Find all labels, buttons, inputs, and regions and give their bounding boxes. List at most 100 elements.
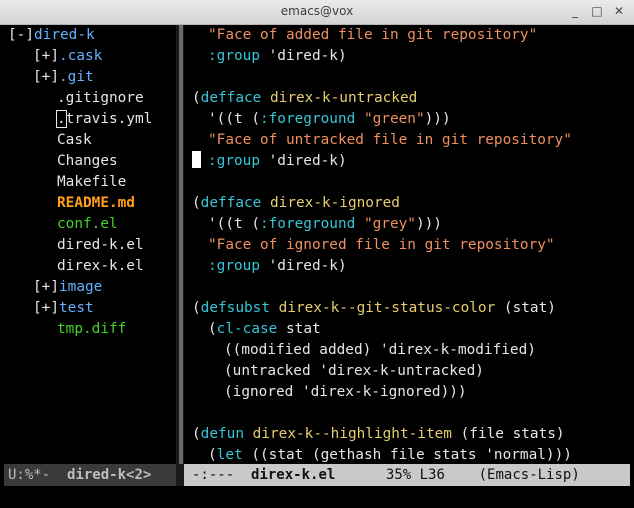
code-text: '((t (	[208, 216, 260, 232]
window-divider[interactable]	[176, 25, 184, 464]
tree-dir-name[interactable]: .git	[59, 69, 94, 85]
code-keyword: cl-case	[216, 321, 278, 337]
tree-dir-name[interactable]: .cask	[59, 48, 102, 64]
code-paren: (	[208, 447, 217, 463]
minimize-icon[interactable]: _	[567, 3, 583, 19]
tree-item-cask-file[interactable]: Cask	[57, 130, 92, 151]
code-line[interactable]: "Face of added file in git repository"	[208, 25, 537, 46]
code-paren: (	[192, 426, 201, 442]
maximize-icon[interactable]: □	[589, 3, 605, 19]
emacs-frame: [-]dired-k [+].cask [+].git .gitignore .…	[4, 25, 630, 488]
code-line[interactable]: :group 'dired-k)	[208, 256, 347, 277]
tree-file-name[interactable]: dired-k.el	[57, 237, 144, 253]
code-text: (stat)	[495, 300, 556, 316]
code-text: (file stats)	[451, 426, 565, 442]
tree-toggle[interactable]: [+]	[33, 279, 59, 295]
code-keyword: :group	[208, 153, 260, 169]
code-line[interactable]: "Face of ignored file in git repository"	[208, 235, 555, 256]
tree-file-name-untracked[interactable]: tmp.diff	[57, 321, 126, 337]
code-text: stat	[277, 321, 321, 337]
code-line[interactable]: ((modified added) 'direx-k-modified)	[224, 340, 536, 361]
code-text: 'dired-k)	[259, 48, 347, 64]
tree-file-name[interactable]: Makefile	[57, 174, 126, 190]
tree-item-direx-k-el[interactable]: direx-k.el	[57, 256, 144, 277]
code-text: 'dired-k)	[259, 153, 347, 169]
modeline-buffer-name[interactable]: direx-k.el	[251, 467, 335, 483]
code-line[interactable]: "Face of untracked file in git repositor…	[208, 130, 572, 151]
emacs-window: emacs@vox _ □ ✕ [-]dired-k [+].cask [+].…	[0, 0, 634, 508]
direx-tree-pane[interactable]: [-]dired-k [+].cask [+].git .gitignore .…	[4, 25, 176, 464]
tree-toggle[interactable]: [-]	[8, 27, 34, 43]
tree-item-cask[interactable]: [+].cask	[33, 46, 102, 67]
code-line[interactable]: (ignored 'direx-k-ignored)))	[224, 382, 467, 403]
code-line[interactable]: (defface direx-k-untracked	[192, 88, 417, 109]
tree-item-travis[interactable]: .travis.yml	[56, 109, 153, 130]
tree-toggle[interactable]: [+]	[33, 300, 59, 316]
code-text: )))	[424, 111, 451, 127]
tree-item-image[interactable]: [+]image	[33, 277, 102, 298]
tree-dir-name[interactable]: test	[59, 300, 94, 316]
tree-item-dired-k-el[interactable]: dired-k.el	[57, 235, 144, 256]
tree-item-git[interactable]: [+].git	[33, 67, 94, 88]
code-text: )))	[415, 216, 442, 232]
code-paren: (	[192, 300, 201, 316]
code-line[interactable]: (let ((stat (gethash file stats 'normal)…	[208, 445, 572, 464]
modeline-state: U:%*-	[8, 467, 51, 483]
tree-item-tmp-diff[interactable]: tmp.diff	[57, 319, 126, 340]
mode-line-left[interactable]: U:%*- dired-k<2>	[4, 464, 176, 486]
code-keyword: :foreground	[259, 216, 356, 232]
tree-file-name-modified[interactable]: README.md	[57, 195, 135, 211]
tree-file-name[interactable]: .gitignore	[57, 90, 144, 106]
code-line[interactable]: (cl-case stat	[208, 319, 321, 340]
tree-item-gitignore[interactable]: .gitignore	[57, 88, 144, 109]
tree-dir-name[interactable]: dired-k	[34, 27, 95, 43]
code-line[interactable]: :group 'dired-k)	[208, 46, 347, 67]
tree-dir-name[interactable]: image	[59, 279, 102, 295]
tree-file-name[interactable]: travis.yml	[66, 111, 153, 127]
code-keyword: defsubst	[200, 300, 270, 316]
code-text: (untracked 'direx-k-untracked)	[224, 363, 484, 379]
code-line[interactable]: (defface direx-k-ignored	[192, 193, 400, 214]
tree-item-makefile[interactable]: Makefile	[57, 172, 126, 193]
window-title: emacs@vox	[280, 4, 354, 18]
tree-file-name[interactable]: Cask	[57, 132, 92, 148]
tree-file-name-untracked[interactable]: conf.el	[57, 216, 118, 232]
code-text: ((modified added) 'direx-k-modified)	[224, 342, 536, 358]
divider-bar[interactable]	[179, 25, 183, 464]
code-line[interactable]: (defsubst direx-k--git-status-color (sta…	[192, 298, 556, 319]
code-text: 'dired-k)	[259, 258, 347, 274]
code-line[interactable]: '((t (:foreground "green")))	[208, 109, 451, 130]
code-line[interactable]: (untracked 'direx-k-untracked)	[224, 361, 484, 382]
close-icon[interactable]: ✕	[611, 3, 627, 19]
code-line[interactable]: '((t (:foreground "grey")))	[208, 214, 442, 235]
mode-line-right[interactable]: -:--- direx-k.el 35% L36 (Emacs-Lisp)	[184, 464, 630, 486]
tree-toggle[interactable]: [+]	[33, 48, 59, 64]
minibuffer[interactable]	[4, 486, 630, 488]
code-line[interactable]: :group 'dired-k)	[208, 151, 347, 172]
tree-toggle[interactable]: [+]	[33, 69, 59, 85]
code-text: (ignored 'direx-k-ignored)))	[224, 384, 467, 400]
tree-root[interactable]: [-]dired-k	[8, 25, 95, 46]
code-string: "grey"	[363, 216, 416, 232]
tree-file-name[interactable]: direx-k.el	[57, 258, 144, 274]
code-keyword: defun	[200, 426, 244, 442]
modeline-buffer-name[interactable]: dired-k<2>	[67, 467, 151, 483]
code-keyword: defface	[200, 90, 262, 106]
code-string: "green"	[363, 111, 425, 127]
modeline-major-mode[interactable]: (Emacs-Lisp)	[479, 467, 580, 483]
code-function-name: direx-k-untracked	[270, 90, 418, 106]
tree-item-readme[interactable]: README.md	[57, 193, 135, 214]
code-editor-pane[interactable]: "Face of added file in git repository" :…	[184, 25, 630, 464]
tree-item-test[interactable]: [+]test	[33, 298, 94, 319]
code-line[interactable]: (defun direx-k--highlight-item (file sta…	[192, 424, 565, 445]
tree-item-changes[interactable]: Changes	[57, 151, 118, 172]
code-paren: (	[192, 195, 201, 211]
tree-item-conf[interactable]: conf.el	[57, 214, 118, 235]
modeline-state: -:---	[192, 467, 235, 483]
tree-file-name[interactable]: Changes	[57, 153, 118, 169]
